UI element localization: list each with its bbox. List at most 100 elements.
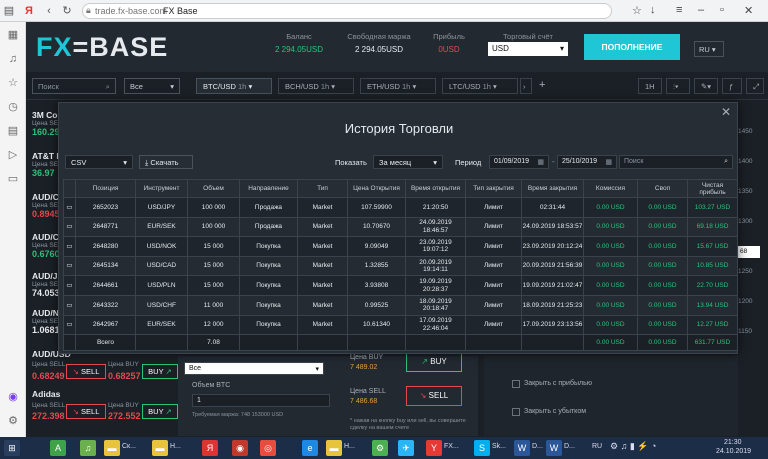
app-icon[interactable]: ♫ — [80, 440, 96, 456]
col-header[interactable]: Время открытия — [405, 179, 466, 198]
reload-icon[interactable]: ↻ — [60, 4, 74, 18]
yandex-browser-icon[interactable]: Y — [426, 440, 442, 456]
layers-icon[interactable]: ▤ — [6, 124, 20, 138]
instrument-filter-select[interactable]: Все ▾ — [124, 78, 180, 94]
buy-button[interactable]: BUY ↗ — [142, 364, 178, 379]
draw-icon[interactable]: ✎▾ — [694, 78, 718, 94]
folder-icon[interactable]: ▬ — [326, 440, 342, 456]
col-header[interactable]: Чистая прибыль — [687, 179, 738, 198]
maximize-icon[interactable]: ▫ — [720, 4, 724, 16]
star-icon[interactable]: ☆ — [6, 76, 20, 90]
sell-order-button[interactable]: ↘ SELL — [406, 386, 462, 406]
close-profit-checkbox[interactable] — [512, 380, 520, 388]
buy-button[interactable]: BUY ↗ — [142, 404, 178, 419]
skype-icon[interactable]: S — [474, 440, 490, 456]
settings-icon[interactable]: ⚙ — [6, 414, 20, 428]
close-loss-checkbox[interactable] — [512, 408, 520, 416]
col-header[interactable]: Направление — [239, 179, 298, 198]
grid-icon[interactable]: ▦ — [6, 28, 20, 42]
fullscreen-icon[interactable]: ⤢ — [746, 78, 764, 94]
telegram-icon[interactable]: ✈ — [398, 440, 414, 456]
sell-button[interactable]: ↘ SELL — [66, 404, 106, 419]
col-header[interactable]: Объем — [187, 179, 240, 198]
bookmark-icon[interactable]: ☆ — [632, 4, 642, 17]
tab-btc-usd[interactable]: BTC/USD 1h ▾ — [196, 78, 272, 94]
col-header[interactable]: Комиссия — [583, 179, 638, 198]
taskbar-item[interactable]: Ск... — [122, 443, 136, 450]
axis-tick: 1150 — [738, 328, 752, 335]
table-row[interactable]: ▭ 2644661 USD/PLN 15 000 Покупка Market 3.9380… — [63, 275, 738, 296]
address-bar[interactable]: 🔒︎ trade.fx-base.com FX Base — [82, 3, 612, 19]
back-icon[interactable]: ‹ — [42, 4, 56, 18]
col-header[interactable]: Тип — [297, 179, 348, 198]
yandex-icon[interactable]: Я — [22, 4, 36, 18]
word-icon[interactable]: W — [546, 440, 562, 456]
chat-icon[interactable]: ▭ — [6, 172, 20, 186]
tray-icons[interactable]: ⚙ ♫ ▮ ⚡ ◔ — [610, 441, 656, 452]
app-icon[interactable]: ◎ — [260, 440, 276, 456]
alice-icon[interactable]: ◉ — [6, 390, 20, 404]
period-select[interactable]: За месяц ▾ — [373, 155, 443, 169]
play-icon[interactable]: ▷ — [6, 148, 20, 162]
history-icon[interactable]: ◷ — [6, 100, 20, 114]
account-select[interactable]: USD ▾ — [488, 42, 568, 56]
tab-eth-usd[interactable]: ETH/USD 1h ▾ — [360, 78, 436, 94]
taskbar-item[interactable]: Н... — [170, 443, 181, 450]
date-from-input[interactable]: 01/09/2019 ▦ — [489, 155, 549, 169]
col-header[interactable]: Своп — [637, 179, 688, 198]
language-select[interactable]: RU ▾ — [694, 41, 724, 57]
bell-icon[interactable]: ♫ — [6, 52, 20, 66]
table-row[interactable]: ▭ 2648280 USD/NOK 15 000 Покупка Market 9.0904… — [63, 236, 738, 257]
language-indicator[interactable]: RU — [592, 443, 602, 450]
order-type-select[interactable]: Все ▾ — [184, 362, 324, 375]
table-row[interactable]: ▭ 2645134 USD/CAD 15 000 Покупка Market 1.3285… — [63, 255, 738, 277]
table-row[interactable]: ▭ 2652023 USD/JPY 100 000 Продажа Market 107.5… — [63, 197, 738, 218]
export-format-select[interactable]: CSV ▾ — [65, 155, 133, 169]
col-header[interactable]: Инструмент — [135, 179, 188, 198]
taskbar-item[interactable]: Н... — [344, 443, 355, 450]
table-row[interactable]: ▭ 2648771 EUR/SEK 100 000 Продажа Market 10.70… — [63, 216, 738, 238]
date-to-input[interactable]: 25/10/2019 ▦ — [557, 155, 617, 169]
chart-type-icon[interactable]: ⫶▾ — [666, 78, 690, 94]
close-icon[interactable]: ✕ — [721, 105, 731, 119]
volume-input[interactable]: 1 — [192, 394, 330, 407]
folder-icon[interactable]: ▬ — [104, 440, 120, 456]
taskbar-item[interactable]: D... — [564, 443, 575, 450]
indicators-icon[interactable]: ƒ — [722, 78, 742, 94]
yandex-icon[interactable]: Я — [202, 440, 218, 456]
list-item[interactable]: Adidas Цена SELL Цена BUY 272.398 272.55… — [32, 389, 168, 421]
timeframe-select[interactable]: 1H — [638, 78, 662, 94]
tab-bch-usd[interactable]: BCH/USD 1h ▾ — [278, 78, 354, 94]
app-icon[interactable]: ⚙ — [372, 440, 388, 456]
col-header[interactable]: Позиция — [75, 179, 136, 198]
download-icon[interactable]: ↓ — [650, 4, 656, 16]
ie-icon[interactable]: e — [302, 440, 318, 456]
history-search-input[interactable]: Поиск ⌕ — [619, 155, 733, 169]
app-icon[interactable]: A — [50, 440, 66, 456]
tab-ltc-usd[interactable]: LTC/USD 1h ▾ — [442, 78, 518, 94]
col-header[interactable]: Тип закрытия — [465, 179, 522, 198]
tabs-next-icon[interactable]: › — [520, 78, 532, 94]
start-icon[interactable]: ⊞ — [4, 440, 20, 456]
col-header[interactable]: Время закрытия — [521, 179, 584, 198]
folder-icon[interactable]: ▬ — [152, 440, 168, 456]
sell-button[interactable]: ↘ SELL — [66, 364, 106, 379]
taskbar-item[interactable]: Sk... — [492, 443, 506, 450]
taskbar-item[interactable]: FX... — [444, 443, 459, 450]
instrument-search-input[interactable]: Поиск ⌕ — [32, 78, 116, 94]
chrome-icon[interactable]: ◉ — [232, 440, 248, 456]
col-header[interactable]: Цена Открытия — [347, 179, 406, 198]
tabs-icon[interactable]: ≡ — [676, 4, 682, 16]
deposit-button[interactable]: ПОПОЛНЕНИЕ — [584, 34, 680, 60]
minimize-icon[interactable]: – — [698, 4, 704, 16]
taskbar-item[interactable]: D... — [532, 443, 543, 450]
word-icon[interactable]: W — [514, 440, 530, 456]
buy-order-button[interactable]: ↗ BUY — [406, 352, 462, 372]
menu-icon[interactable]: ▤ — [2, 4, 16, 18]
add-tab-icon[interactable]: + — [536, 78, 552, 94]
download-button[interactable]: ⤓ Скачать — [139, 155, 193, 169]
table-row[interactable]: ▭ 2643322 USD/CHF 11 000 Покупка Market 0.9952… — [63, 294, 738, 316]
free-margin-stat: Свободная маржа 2 294.05USD — [347, 32, 411, 54]
table-row[interactable]: ▭ 2642967 EUR/SEK 12 000 Покупка Market 10.613… — [63, 314, 738, 336]
close-window-icon[interactable]: ✕ — [744, 4, 753, 17]
